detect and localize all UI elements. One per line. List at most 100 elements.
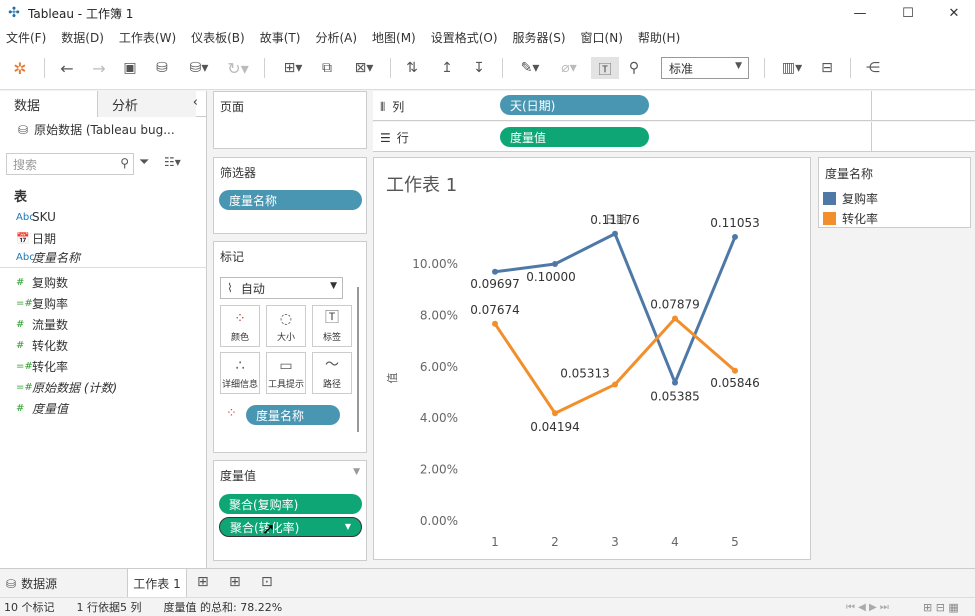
chevron-down-icon[interactable]: ▼ (353, 467, 360, 477)
field-record-count[interactable]: =# 原始数据 (计数) (0, 377, 207, 397)
filters-card[interactable]: 筛选器 度量名称 (213, 157, 367, 234)
marks-scrollbar[interactable] (357, 287, 359, 432)
rows-shelf[interactable]: ☰ 行 度量值 (373, 122, 975, 152)
field-conversion-rate[interactable]: =# 转化率 (0, 356, 207, 376)
new-story-icon[interactable]: ⊡ (261, 574, 273, 590)
field-repurchase-rate[interactable]: =# 复购率 (0, 293, 207, 313)
status-marks: 10 个标记 (4, 601, 55, 614)
view-mode-icons[interactable]: ⊞ ⊟ ▦ (923, 601, 959, 614)
mark-type-select[interactable]: ⌇ 自动 ▼ (220, 277, 343, 299)
y-axis-title: 值 (386, 373, 399, 384)
highlight-icon[interactable]: ✎▾ (514, 57, 546, 79)
sheet-navigation-icons[interactable]: ⏮ ◀ ▶ ⏭ (846, 602, 889, 613)
pages-card[interactable]: 页面 (213, 91, 367, 149)
data-point[interactable] (612, 230, 618, 237)
swap-rows-columns-icon[interactable]: ⇅ (401, 57, 423, 79)
fit-select[interactable]: 标准 ▼ (661, 57, 749, 79)
menu-dashboard[interactable]: 仪表板(B) (191, 29, 245, 46)
marks-detail-button[interactable]: ∴ 详细信息 (220, 352, 260, 394)
menu-story[interactable]: 故事(T) (260, 29, 301, 46)
legend-item-repurchase-rate[interactable]: 复购率 (823, 190, 878, 207)
tab-sheet1[interactable]: 工作表 1 (127, 569, 187, 597)
data-point[interactable] (672, 379, 678, 386)
columns-pill-day-date[interactable]: 天(日期) (500, 95, 649, 115)
toolbar: ✲ ← → ▣ ⛁ ⛁▾ ↻▾ ⊞▾ ⧉ ⊠▾ ⇅ ↥ ↧ ✎▾ ⌀▾ 🅃 ⚲ … (0, 48, 975, 90)
new-worksheet-icon[interactable]: ⊞ (197, 574, 209, 590)
search-input[interactable]: 搜索 ⚲ (6, 153, 134, 175)
refresh-icon[interactable]: ↻▾ (222, 57, 254, 79)
menu-format[interactable]: 设置格式(O) (431, 29, 498, 46)
data-point[interactable] (492, 320, 498, 327)
clear-sheet-icon[interactable]: ⊠▾ (348, 57, 380, 79)
line-chart: 工作表 1 日期 值 0.00%2.00%4.00%6.00%8.00%10.0… (386, 175, 760, 549)
legend-swatch (823, 212, 836, 225)
close-icon[interactable]: ✕ (931, 0, 975, 26)
menu-worksheet[interactable]: 工作表(W) (119, 29, 176, 46)
tab-data[interactable]: 数据 (0, 91, 98, 117)
field-conversion-count[interactable]: # 转化数 (0, 335, 207, 355)
data-point[interactable] (732, 367, 738, 374)
undo-icon[interactable]: ← (56, 57, 78, 79)
filter-icon[interactable]: ⏷ (139, 155, 149, 170)
presentation-mode-icon[interactable]: ⊟ (816, 57, 838, 79)
measure-pill-repurchase-rate[interactable]: 聚合(复购率) (219, 494, 362, 514)
search-placeholder: 搜索 (13, 157, 38, 172)
new-sheet-icon[interactable]: ⊞▾ (275, 57, 311, 79)
data-point[interactable] (492, 268, 498, 275)
show-cards-icon[interactable]: ▥▾ (776, 57, 808, 79)
menu-window[interactable]: 窗口(N) (581, 29, 623, 46)
tableau-home-icon[interactable]: ✲ (9, 57, 31, 79)
duplicate-sheet-icon[interactable]: ⧉ (316, 57, 338, 79)
measure-pill-conversion-rate[interactable]: 聚合(转化率) ▼ (219, 517, 362, 537)
data-point[interactable] (612, 381, 618, 388)
maximize-icon[interactable]: ☐ (885, 0, 931, 26)
menu-help[interactable]: 帮助(H) (638, 29, 680, 46)
data-point[interactable] (672, 315, 678, 322)
view-options-icon[interactable]: ☷▾ (164, 155, 181, 169)
save-icon[interactable]: ▣ (119, 57, 141, 79)
menu-data[interactable]: 数据(D) (61, 29, 104, 46)
group-members-icon[interactable]: ⌀▾ (553, 57, 585, 79)
field-repurchase-count[interactable]: # 复购数 (0, 272, 207, 292)
datasource-item[interactable]: ⛁ 原始数据 (Tableau bug... (18, 121, 175, 138)
filter-pill-measure-names[interactable]: 度量名称 (219, 190, 362, 210)
rows-pill-measure-values[interactable]: 度量值 (500, 127, 649, 147)
marks-tooltip-button[interactable]: ▭ 工具提示 (266, 352, 306, 394)
sort-descending-icon[interactable]: ↧ (468, 57, 490, 79)
menu-file[interactable]: 文件(F) (6, 29, 46, 46)
columns-shelf[interactable]: ⦀ 列 天(日期) (373, 91, 975, 121)
redo-icon[interactable]: → (88, 57, 110, 79)
data-point[interactable] (732, 233, 738, 240)
new-dashboard-icon[interactable]: ⊞ (229, 574, 241, 590)
legend-item-conversion-rate[interactable]: 转化率 (823, 210, 878, 227)
show-mark-labels-icon[interactable]: 🅃 (591, 57, 619, 79)
marks-size-button[interactable]: ◌ 大小 (266, 305, 306, 347)
data-point[interactable] (552, 410, 558, 417)
share-icon[interactable]: ⋲ (862, 57, 884, 79)
sort-ascending-icon[interactable]: ↥ (436, 57, 458, 79)
marks-path-button[interactable]: 〜路径 (312, 352, 352, 394)
menu-map[interactable]: 地图(M) (372, 29, 416, 46)
tab-datasource-label: 数据源 (21, 577, 58, 591)
chevron-left-icon[interactable]: ‹ (193, 95, 198, 110)
field-date[interactable]: 📅 日期 (0, 228, 207, 248)
menu-analysis[interactable]: 分析(A) (315, 29, 357, 46)
field-traffic-count[interactable]: # 流量数 (0, 314, 207, 334)
measure-values-title: 度量值 (220, 469, 257, 483)
marks-color-button[interactable]: ⁘ 颜色 (220, 305, 260, 347)
field-measure-values[interactable]: # 度量值 (0, 398, 207, 418)
minimize-icon[interactable]: — (837, 0, 883, 26)
menu-server[interactable]: 服务器(S) (513, 29, 566, 46)
chevron-down-icon[interactable]: ▼ (345, 522, 351, 531)
new-datasource-icon[interactable]: ⛁ (151, 57, 173, 79)
tab-analytics[interactable]: 分析 (98, 91, 196, 117)
color-pill-measure-names[interactable]: 度量名称 (246, 405, 340, 425)
tab-datasource[interactable]: ⛁ 数据源 (6, 575, 57, 592)
status-bar: 10 个标记 1 行依据5 列 度量值 的总和: 78.22% ⏮ ◀ ▶ ⏭ … (0, 597, 975, 616)
field-sku[interactable]: Abc SKU (0, 207, 207, 227)
data-point[interactable] (552, 261, 558, 267)
marks-label-button[interactable]: 🅃 标签 (312, 305, 352, 347)
pause-updates-icon[interactable]: ⛁▾ (183, 57, 215, 79)
field-measure-names[interactable]: Abc 度量名称 (0, 248, 207, 268)
fix-axes-icon[interactable]: ⚲ (623, 57, 645, 79)
